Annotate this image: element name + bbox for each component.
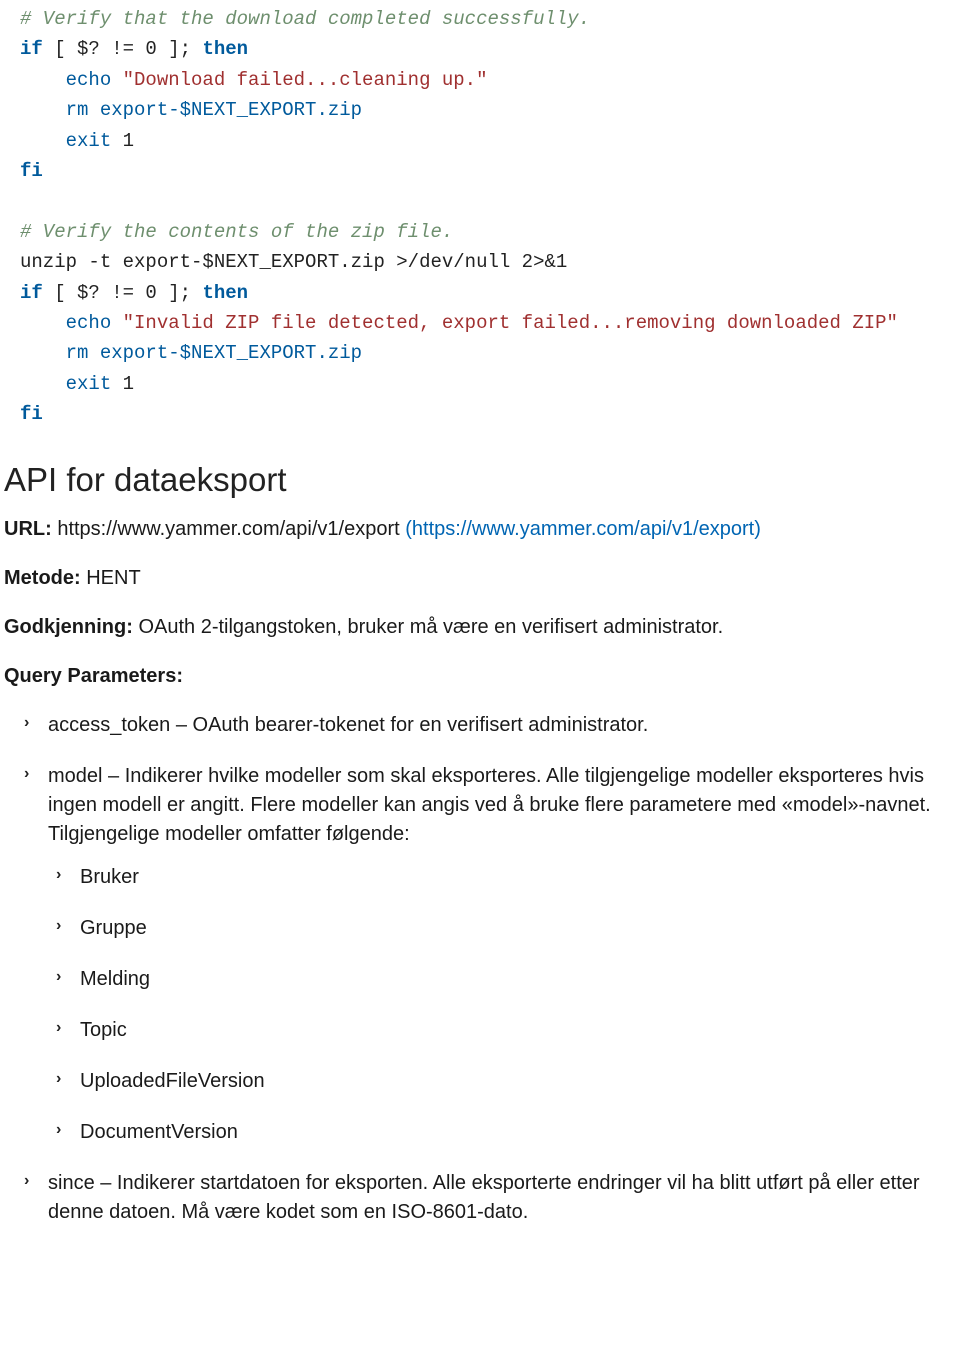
auth-value: OAuth 2-tilgangstoken, bruker må være en… <box>133 616 723 638</box>
method-row: Metode: HENT <box>4 564 958 593</box>
url-row: URL: https://www.yammer.com/api/v1/expor… <box>4 515 958 544</box>
code-keyword: then <box>202 282 248 304</box>
code-builtin: rm <box>66 99 89 121</box>
query-params-list: access_token – OAuth bearer-tokenet for … <box>4 711 958 1227</box>
query-params-label-row: Query Parameters: <box>4 662 958 691</box>
param-model-text: model – Indikerer hvilke modeller som sk… <box>48 765 931 845</box>
code-builtin: rm <box>66 342 89 364</box>
code-indent <box>20 373 66 395</box>
models-list: Bruker Gruppe Melding Topic UploadedFile… <box>48 863 938 1147</box>
url-value: https://www.yammer.com/api/v1/export <box>52 518 405 540</box>
code-block: # Verify that the download completed suc… <box>0 0 960 437</box>
model-item-bruker: Bruker <box>80 863 938 892</box>
code-indent <box>20 69 66 91</box>
model-item-documentversion: DocumentVersion <box>80 1118 938 1147</box>
code-text: export-$NEXT_EXPORT.zip <box>88 342 362 364</box>
query-params-label: Query Parameters: <box>4 665 183 687</box>
model-item-topic: Topic <box>80 1016 938 1045</box>
model-item-melding: Melding <box>80 965 938 994</box>
content-section: API for dataeksport URL: https://www.yam… <box>0 437 960 1255</box>
code-text: unzip -t export-$NEXT_EXPORT.zip >/dev/n… <box>20 251 567 273</box>
code-keyword: if <box>20 38 43 60</box>
method-value: HENT <box>81 567 141 589</box>
auth-label: Godkjenning: <box>4 616 133 638</box>
code-keyword: fi <box>20 403 43 425</box>
code-string: "Download failed...cleaning up." <box>111 69 487 91</box>
code-text: export-$NEXT_EXPORT.zip <box>88 99 362 121</box>
code-comment: # Verify the contents of the zip file. <box>20 221 453 243</box>
code-indent <box>20 312 66 334</box>
code-keyword: then <box>202 38 248 60</box>
code-keyword: if <box>20 282 43 304</box>
model-item-uploadedfileversion: UploadedFileVersion <box>80 1067 938 1096</box>
code-comment: # Verify that the download completed suc… <box>20 8 590 30</box>
code-text: [ $? != 0 ]; <box>43 282 203 304</box>
code-keyword: fi <box>20 160 43 182</box>
code-indent <box>20 130 66 152</box>
code-string: "Invalid ZIP file detected, export faile… <box>111 312 898 334</box>
code-text: 1 <box>111 373 134 395</box>
param-access-token: access_token – OAuth bearer-tokenet for … <box>48 711 938 740</box>
url-label: URL: <box>4 518 52 540</box>
url-link[interactable]: (https://www.yammer.com/api/v1/export) <box>405 518 761 540</box>
code-builtin: exit <box>66 130 112 152</box>
code-text: [ $? != 0 ]; <box>43 38 203 60</box>
code-builtin: echo <box>66 312 112 334</box>
code-indent <box>20 342 66 364</box>
method-label: Metode: <box>4 567 81 589</box>
code-builtin: exit <box>66 373 112 395</box>
param-model: model – Indikerer hvilke modeller som sk… <box>48 762 938 1147</box>
param-since: since – Indikerer startdatoen for ekspor… <box>48 1169 938 1227</box>
code-text: 1 <box>111 130 134 152</box>
model-item-gruppe: Gruppe <box>80 914 938 943</box>
code-builtin: echo <box>66 69 112 91</box>
section-title: API for dataeksport <box>4 461 958 499</box>
code-indent <box>20 99 66 121</box>
auth-row: Godkjenning: OAuth 2-tilgangstoken, bruk… <box>4 613 958 642</box>
